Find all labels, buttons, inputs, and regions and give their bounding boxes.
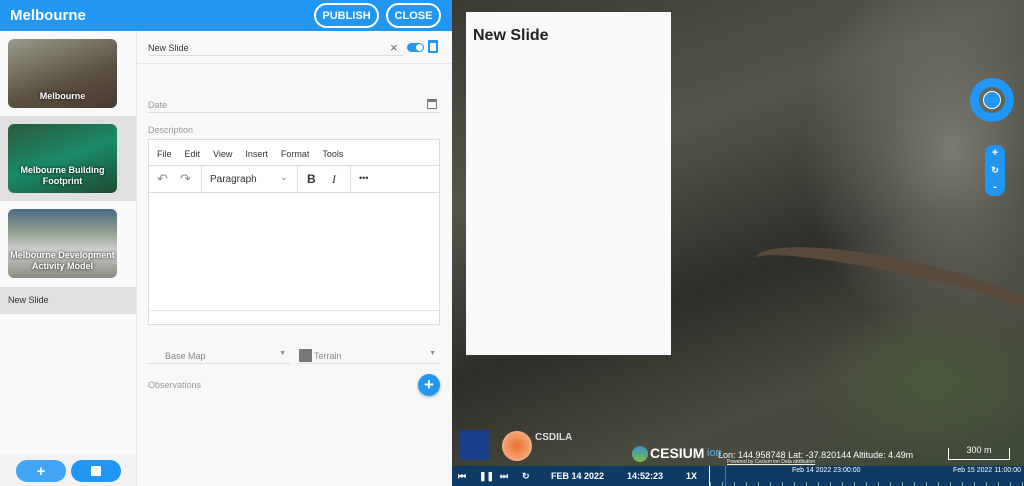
save-icon [91, 466, 101, 476]
italic-button[interactable]: I [332, 172, 336, 187]
dropdown-arrow-icon: ▼ [429, 350, 436, 357]
plus-icon: + [36, 462, 46, 480]
editor-menubar: File Edit View Insert Format Tools [149, 140, 439, 166]
slide-title-input[interactable]: New Slide [148, 39, 403, 56]
date-input[interactable] [148, 112, 440, 113]
undo-icon[interactable]: ↶ [157, 171, 168, 187]
cesium-logo: CESIUM [650, 445, 705, 461]
calendar-icon[interactable] [427, 99, 437, 109]
terrain-label: Terrain [314, 351, 342, 361]
zoom-out-button[interactable]: - [985, 179, 1005, 196]
editor-content[interactable] [149, 193, 439, 311]
publish-button[interactable]: PUBLISH [314, 3, 379, 28]
map-river [749, 229, 1024, 351]
terrain-swatch [299, 349, 312, 362]
fast-forward-button[interactable]: ⏭ [500, 471, 508, 482]
slide-item[interactable]: Melbourne Building Footprint [0, 116, 136, 201]
menu-insert[interactable]: Insert [245, 149, 268, 165]
dropdown-arrow-icon: ▼ [279, 350, 286, 357]
slide-item[interactable]: Melbourne [0, 31, 136, 116]
close-button[interactable]: CLOSE [386, 3, 441, 28]
clear-icon[interactable]: × [390, 40, 398, 55]
base-map-select[interactable]: Base Map ▼ [148, 347, 290, 364]
menu-format[interactable]: Format [281, 149, 310, 165]
plus-icon: + [424, 375, 434, 394]
more-button[interactable]: ••• [359, 173, 368, 183]
slide-preview-title: New Slide [473, 27, 549, 44]
base-map-label: Base Map [165, 351, 206, 361]
slide-item[interactable]: Melbourne Development Activity Model [0, 201, 136, 286]
animation-timeline: ⏮ ❚❚ ⏭ ↻ FEB 14 2022 14:52:23 1X Feb 14 … [452, 466, 1024, 486]
rewind-button[interactable]: ⏮ [458, 471, 466, 482]
rich-text-editor: File Edit View Insert Format Tools ↶ ↷ P… [148, 139, 440, 325]
cesium-logo-icon [632, 446, 648, 462]
timeline-label: Feb 15 2022 11:00:00 [953, 467, 1021, 474]
header: Melbourne PUBLISH CLOSE [0, 0, 452, 31]
menu-tools[interactable]: Tools [322, 149, 343, 165]
menu-edit[interactable]: Edit [185, 149, 201, 165]
block-format-select[interactable]: Paragraph [210, 174, 257, 185]
reset-view-button[interactable]: ↻ [985, 162, 1005, 179]
visibility-toggle[interactable] [407, 43, 424, 52]
cesium-map[interactable]: New Slide + ↻ - CSDILA CESIUM ion Lon: 1… [452, 0, 1024, 486]
crosshair-icon [983, 91, 1001, 109]
scale-label: 300 m [966, 445, 992, 455]
current-date: FEB 14 2022 [551, 471, 605, 481]
chevron-down-icon: ⌄ [280, 172, 288, 182]
university-logo [460, 430, 490, 460]
pause-button[interactable]: ❚❚ [479, 471, 494, 482]
add-observation-button[interactable]: + [418, 374, 440, 396]
slide-thumbnail: Melbourne Development Activity Model [8, 209, 117, 278]
slide-item-new[interactable]: New Slide [0, 287, 136, 314]
zoom-in-button[interactable]: + [985, 145, 1005, 162]
menu-file[interactable]: File [157, 149, 172, 165]
observations-label: Observations [148, 380, 202, 390]
delete-icon[interactable] [428, 40, 438, 53]
csdila-logo [502, 431, 532, 461]
menu-view[interactable]: View [213, 149, 232, 165]
speed-multiplier[interactable]: 1X [686, 471, 697, 481]
timeline-ticks [710, 482, 1024, 486]
slide-thumbnail: Melbourne [8, 39, 117, 108]
terrain-select[interactable]: Terrain ▼ [298, 347, 440, 364]
current-time: 14:52:23 [627, 471, 664, 481]
redo-icon[interactable]: ↷ [180, 171, 191, 187]
date-label: Date [148, 100, 168, 110]
bold-button[interactable]: B [307, 172, 316, 186]
save-button[interactable] [71, 460, 121, 482]
editor-toolbar: ↶ ↷ Paragraph ⌄ B I ••• [149, 166, 439, 193]
slide-preview-card: New Slide [466, 12, 671, 355]
loop-button[interactable]: ↻ [522, 471, 530, 482]
timeline-track[interactable]: Feb 14 2022 23:00:00 Feb 15 2022 11:00:0… [709, 466, 1024, 486]
app-title: Melbourne [10, 7, 86, 24]
add-slide-button[interactable]: + [16, 460, 66, 482]
sidebar-footer: + [0, 454, 136, 486]
credits-link[interactable]: Powered by Cesium ion Data attribution [727, 459, 815, 465]
divider [137, 63, 452, 64]
slides-sidebar: Melbourne Melbourne Building Footprint M… [0, 31, 137, 486]
slide-thumbnail: Melbourne Building Footprint [8, 124, 117, 193]
navigation-compass[interactable] [970, 78, 1014, 122]
scale-bar: 300 m [948, 445, 1010, 460]
zoom-controls: + ↻ - [985, 145, 1005, 196]
logo-text: CSDILA [535, 432, 573, 443]
description-label: Description [148, 125, 194, 135]
timeline-label: Feb 14 2022 23:00:00 [792, 467, 861, 474]
